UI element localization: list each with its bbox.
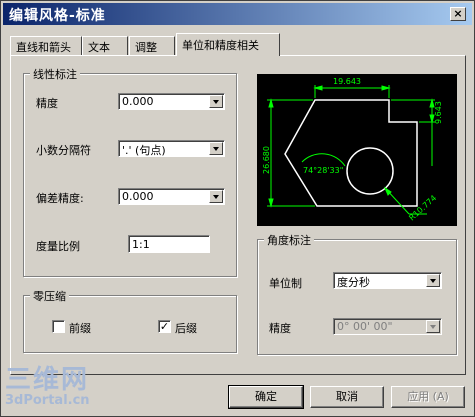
preview-dimension-text: 19.643 26.680 9.643 74°28'33" R10.774: [262, 77, 443, 222]
cancel-button[interactable]: 取消: [310, 386, 384, 408]
dim-top-text: 19.643: [333, 77, 361, 86]
dimension-preview: 19.643 26.680 9.643 74°28'33" R10.774: [257, 74, 457, 226]
close-button[interactable]: ×: [450, 7, 466, 21]
watermark-logo: 三维网 3dPortal.cn: [5, 365, 90, 408]
chevron-down-icon[interactable]: [209, 95, 223, 108]
close-icon: ×: [453, 7, 463, 20]
leading-zero-label: 前缀: [69, 322, 91, 335]
checkmark-icon: ✓: [159, 320, 170, 333]
decimal-separator-select[interactable]: '.' (句点): [118, 140, 225, 157]
chevron-down-icon[interactable]: [209, 190, 223, 203]
angular-unit-label: 单位制: [269, 277, 302, 290]
dim-right-text: 9.643: [434, 101, 443, 124]
tolerance-precision-select[interactable]: 0.000: [118, 188, 225, 205]
window-title: 编辑风格-标准: [9, 8, 106, 24]
dim-angle-text: 74°28'33": [303, 166, 343, 175]
dim-left-text: 26.680: [262, 146, 271, 174]
scale-factor-label: 度量比例: [36, 240, 80, 253]
angular-dimension-group: 角度标注: [257, 232, 457, 355]
tolerance-precision-label: 偏差精度:: [36, 192, 84, 205]
ok-button[interactable]: 确定: [228, 385, 304, 409]
tab-text[interactable]: 文本: [82, 36, 128, 55]
angular-precision-label: 精度: [269, 322, 291, 335]
dim-radius-text: R10.774: [407, 193, 438, 222]
zero-suppression-title: 零压缩: [30, 288, 69, 304]
tab-units-precision[interactable]: 单位和精度相关: [176, 33, 280, 56]
preview-drawing: 19.643 26.680 9.643 74°28'33" R10.774: [262, 77, 443, 222]
chevron-down-icon[interactable]: [209, 142, 223, 155]
angular-unit-select[interactable]: 度分秒: [333, 272, 442, 289]
trailing-zero-label: 后缀: [175, 322, 197, 335]
scale-factor-input[interactable]: 1:1: [128, 235, 210, 253]
tab-lines-arrows[interactable]: 直线和箭头: [10, 36, 82, 55]
preview-dimension-lines: [267, 85, 435, 215]
chevron-down-icon[interactable]: [426, 320, 440, 333]
tab-fit[interactable]: 调整: [129, 36, 175, 55]
linear-group-title: 线性标注: [30, 66, 80, 82]
preview-part-outline: [284, 99, 418, 207]
angular-group-title: 角度标注: [264, 232, 314, 248]
chevron-down-icon[interactable]: [426, 274, 440, 287]
title-bar[interactable]: 编辑风格-标准 ×: [3, 3, 472, 25]
precision-label: 精度: [36, 97, 58, 110]
decimal-separator-label: 小数分隔符: [36, 144, 91, 157]
precision-select[interactable]: 0.000: [118, 93, 225, 110]
leading-zero-checkbox[interactable]: [52, 320, 65, 333]
apply-button[interactable]: 应用 (A): [391, 386, 465, 408]
angular-precision-select[interactable]: 0° 00' 00": [333, 318, 442, 335]
dialog-window: 编辑风格-标准 × 直线和箭头 文本 调整 单位和精度相关 线性标注 精度 0.…: [0, 0, 475, 417]
trailing-zero-checkbox[interactable]: ✓: [158, 320, 171, 333]
